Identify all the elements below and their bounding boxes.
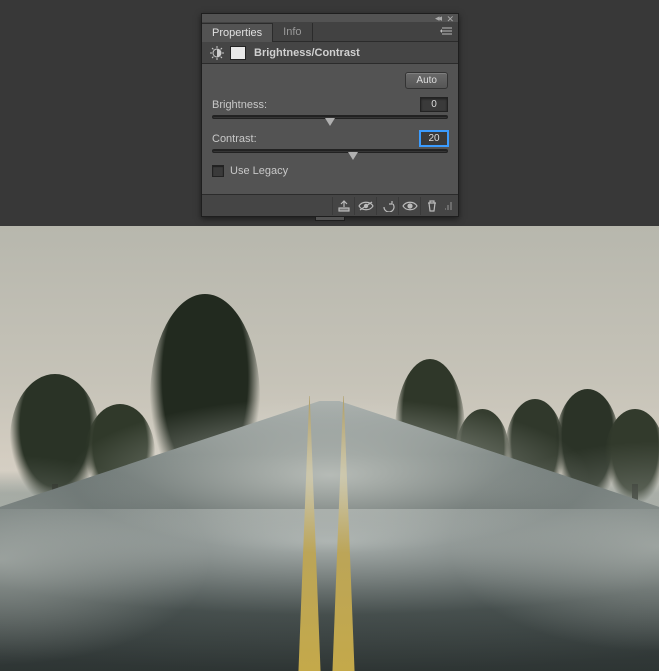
panel-resize-handle[interactable]	[315, 217, 345, 221]
contrast-slider-thumb[interactable]	[348, 152, 358, 160]
footer-grip-icon[interactable]	[442, 197, 456, 215]
contrast-row: Contrast:	[212, 131, 448, 153]
tab-properties[interactable]: Properties	[202, 23, 273, 42]
contrast-input[interactable]	[420, 131, 448, 146]
adjustment-header: Brightness/Contrast	[202, 42, 458, 64]
panel-footer	[202, 194, 458, 216]
visibility-icon[interactable]	[398, 197, 420, 215]
panel-body: Auto Brightness: Contrast: Use Legacy	[202, 64, 458, 183]
panel-tabs: Properties Info	[202, 22, 458, 42]
contrast-slider[interactable]	[212, 149, 448, 153]
view-previous-icon[interactable]	[354, 197, 376, 215]
legacy-label: Use Legacy	[230, 165, 288, 177]
properties-panel: ◂◂ ✕ Properties Info Brightness/Contrast…	[201, 13, 459, 217]
brightness-row: Brightness:	[212, 97, 448, 119]
legacy-checkbox[interactable]	[212, 165, 224, 177]
brightness-input[interactable]	[420, 97, 448, 112]
contrast-label: Contrast:	[212, 133, 257, 145]
adjustment-title: Brightness/Contrast	[254, 47, 360, 59]
clip-to-layer-icon[interactable]	[332, 197, 354, 215]
brightness-slider-thumb[interactable]	[325, 118, 335, 126]
auto-button[interactable]: Auto	[405, 72, 448, 89]
delete-icon[interactable]	[420, 197, 442, 215]
reset-icon[interactable]	[376, 197, 398, 215]
tree	[605, 409, 659, 504]
brightness-slider[interactable]	[212, 115, 448, 119]
legacy-row: Use Legacy	[212, 165, 448, 177]
layer-mask-thumb[interactable]	[230, 46, 246, 60]
panel-titlebar[interactable]: ◂◂ ✕	[202, 14, 458, 22]
panel-menu-icon[interactable]	[440, 26, 454, 36]
brightness-contrast-icon	[208, 44, 226, 62]
brightness-label: Brightness:	[212, 99, 267, 111]
tab-info[interactable]: Info	[273, 23, 312, 41]
canvas-image	[0, 226, 659, 671]
